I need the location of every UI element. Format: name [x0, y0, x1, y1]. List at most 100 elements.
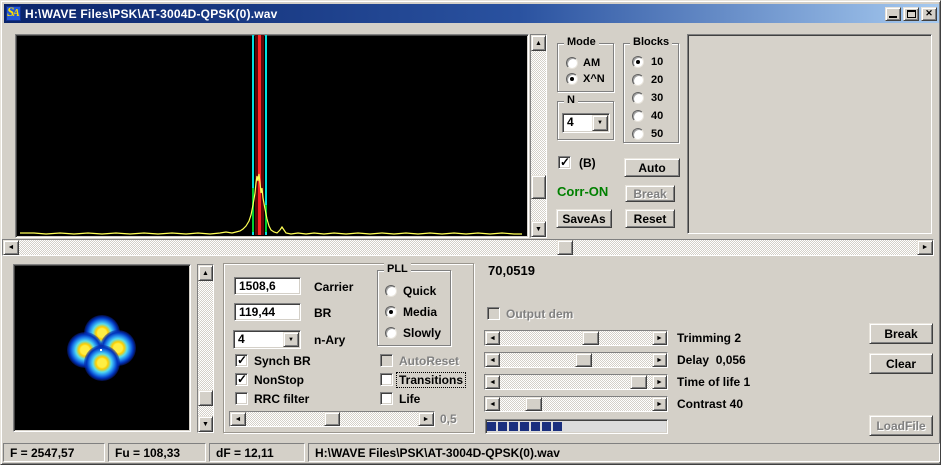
scroll-left-button[interactable]: ◄ [230, 412, 246, 426]
nonstop-checkbox[interactable]: ✓ [235, 373, 248, 386]
scroll-right-button[interactable]: ► [418, 412, 434, 426]
nary-combobox-dropdown-button[interactable]: ▼ [283, 332, 299, 347]
trimming-slider[interactable]: ◄ ► [484, 330, 668, 346]
scroll-left-button[interactable]: ◄ [485, 397, 500, 411]
scroll-left-button[interactable]: ◄ [3, 240, 19, 255]
scroll-thumb[interactable] [575, 353, 592, 367]
life-label[interactable]: Life [399, 392, 420, 406]
clear-button[interactable]: Clear [869, 353, 933, 374]
transitions-label[interactable]: Transitions [396, 372, 466, 388]
app-icon-letter-a: A [13, 8, 20, 19]
radio-pll-quick-label[interactable]: Quick [403, 284, 436, 298]
demod-slider-value: 0,5 [440, 412, 457, 426]
scroll-left-button[interactable]: ◄ [485, 353, 500, 367]
radio-blocks-30[interactable] [632, 92, 644, 104]
check-icon: ✓ [237, 353, 247, 367]
scroll-up-button[interactable]: ▲ [531, 35, 546, 51]
life-checkbox[interactable]: ✓ [380, 392, 393, 405]
maximize-button[interactable] [903, 7, 919, 21]
radio-blocks-40[interactable] [632, 110, 644, 122]
scroll-right-button[interactable]: ► [652, 353, 667, 367]
nary-label: n-Ary [314, 333, 345, 347]
radio-pll-slowly[interactable] [385, 327, 397, 339]
arrow-down-icon: ▼ [535, 226, 542, 233]
scroll-thumb[interactable] [630, 375, 647, 389]
n-combobox[interactable]: 4 ▼ [562, 113, 610, 133]
nonstop-label[interactable]: NonStop [254, 373, 304, 387]
scroll-right-button[interactable]: ► [652, 331, 667, 345]
radio-blocks-50[interactable] [632, 128, 644, 140]
demod-slider[interactable]: ◄ ► [229, 411, 435, 427]
minimize-button[interactable] [885, 7, 901, 21]
radio-pll-quick[interactable] [385, 285, 397, 297]
b-checkbox[interactable]: ✓ [558, 156, 571, 169]
app-icon[interactable]: S A [6, 6, 21, 21]
radio-blocks-10-label[interactable]: 10 [651, 56, 663, 68]
delay-slider[interactable]: ◄ ► [484, 352, 668, 368]
break-button[interactable]: Break [869, 323, 933, 344]
saveas-button[interactable]: SaveAs [556, 209, 612, 228]
radio-blocks-50-label[interactable]: 50 [651, 128, 663, 140]
scroll-left-button[interactable]: ◄ [485, 331, 500, 345]
constellation-vertical-scrollbar[interactable]: ▲ ▼ [197, 264, 214, 433]
b-checkbox-label[interactable]: (B) [579, 156, 596, 170]
auto-button[interactable]: Auto [624, 158, 680, 177]
scroll-thumb[interactable] [198, 390, 213, 406]
reset-button[interactable]: Reset [625, 209, 675, 228]
radio-blocks-20[interactable] [632, 74, 644, 86]
rrc-filter-label[interactable]: RRC filter [254, 392, 309, 406]
scroll-right-button[interactable]: ► [652, 375, 667, 389]
scroll-up-button[interactable]: ▲ [198, 265, 213, 281]
br-input[interactable]: 119,44 [234, 303, 301, 321]
n-combobox-dropdown-button[interactable]: ▼ [592, 115, 608, 131]
transitions-checkbox[interactable]: ✓ [380, 373, 393, 386]
scroll-thumb[interactable] [557, 240, 573, 255]
corr-status-text: Corr-ON [557, 184, 608, 199]
radio-blocks-40-label[interactable]: 40 [651, 110, 663, 122]
blocks-group-label: Blocks [630, 36, 672, 48]
radio-am[interactable] [566, 57, 578, 69]
spectrum-display[interactable] [15, 34, 529, 238]
arrow-right-icon: ► [656, 357, 663, 364]
synch-br-checkbox[interactable]: ✓ [235, 354, 248, 367]
synch-br-label[interactable]: Synch BR [254, 354, 311, 368]
scroll-down-button[interactable]: ▼ [198, 416, 213, 432]
output-dem-checkbox: ✓ [487, 307, 500, 320]
scroll-left-button[interactable]: ◄ [485, 375, 500, 389]
nary-combobox[interactable]: 4 ▼ [233, 330, 301, 349]
contrast-slider[interactable]: ◄ ► [484, 396, 668, 412]
nary-combobox-value: 4 [238, 332, 245, 346]
scroll-right-button[interactable]: ► [917, 240, 933, 255]
radio-blocks-10[interactable] [632, 56, 644, 68]
loadfile-button: LoadFile [869, 415, 933, 436]
auto-button-label: Auto [638, 161, 665, 175]
radio-blocks-20-label[interactable]: 20 [651, 74, 663, 86]
radio-am-label[interactable]: AM [583, 57, 600, 69]
rrc-filter-checkbox[interactable]: ✓ [235, 392, 248, 405]
radio-pll-media[interactable] [385, 306, 397, 318]
scroll-thumb[interactable] [324, 412, 340, 426]
blocks-group: Blocks 10 20 30 40 50 [623, 43, 679, 143]
radio-blocks-30-label[interactable]: 30 [651, 92, 663, 104]
title-bar[interactable]: S A H:\WAVE Files\PSK\AT-3004D-QPSK(0).w… [4, 4, 939, 23]
scroll-thumb[interactable] [531, 175, 546, 199]
arrow-down-icon: ▼ [202, 421, 209, 428]
carrier-input[interactable]: 1508,6 [234, 277, 301, 295]
pll-group: PLL Quick Media Slowly [377, 270, 451, 346]
time-of-life-slider[interactable]: ◄ ► [484, 374, 668, 390]
radio-pll-media-label[interactable]: Media [403, 305, 437, 319]
scroll-thumb[interactable] [525, 397, 542, 411]
arrow-left-icon: ◄ [235, 416, 242, 423]
radio-pll-slowly-label[interactable]: Slowly [403, 326, 441, 340]
spectrum-vertical-scrollbar[interactable]: ▲ ▼ [530, 34, 547, 238]
close-button[interactable]: ✕ [921, 7, 937, 21]
mode-group-label: Mode [564, 36, 599, 48]
radio-xn[interactable] [566, 73, 578, 85]
scroll-down-button[interactable]: ▼ [531, 221, 546, 237]
scroll-thumb[interactable] [582, 331, 599, 345]
radio-xn-label[interactable]: X^N [583, 73, 605, 85]
main-horizontal-scrollbar[interactable]: ◄ ► [2, 239, 934, 256]
scroll-right-button[interactable]: ► [652, 397, 667, 411]
saveas-button-label: SaveAs [562, 212, 605, 226]
progress-block [531, 422, 540, 431]
